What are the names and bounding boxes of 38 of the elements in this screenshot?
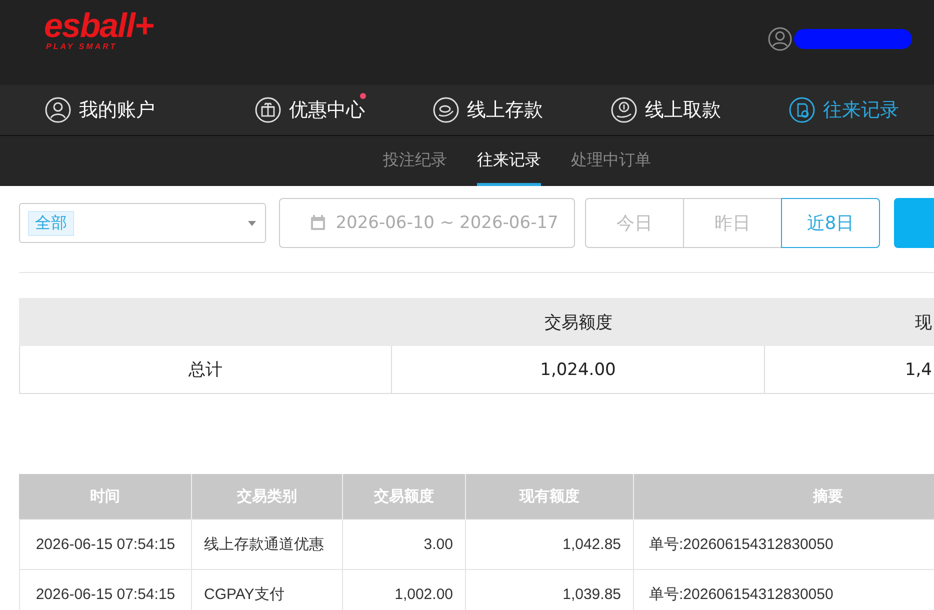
table-cell: 总计 <box>19 346 392 394</box>
tab[interactable]: 投注纪录 <box>383 136 447 186</box>
table-cell: 2026-06-15 07:54:15 <box>19 520 192 569</box>
table-cell-text: 单号:202606154312830050 <box>648 585 834 605</box>
filter-tag: 全部 <box>28 210 74 236</box>
nav-item[interactable]: 优惠中心 <box>210 97 388 123</box>
dollar-coin-icon <box>611 97 637 123</box>
logo[interactable]: esball+ PLAY SMART <box>44 10 154 51</box>
calendar-icon <box>310 215 326 231</box>
gift-icon <box>255 97 281 123</box>
column-header: 现 <box>914 312 933 334</box>
table-cell: 3.00 <box>343 520 466 569</box>
table-cell-text: 单号:202606154312830050 <box>648 535 834 555</box>
nav-item[interactable]: 我的账户 <box>0 97 210 123</box>
date-range-button[interactable]: 近8日 <box>781 198 880 248</box>
tab[interactable]: 往来记录 <box>477 136 541 186</box>
document-icon <box>789 97 815 123</box>
logo-tagline: PLAY SMART <box>46 42 118 51</box>
caret-icon <box>248 220 256 226</box>
table-cell: 1,024.00 <box>392 346 765 394</box>
user-icon[interactable] <box>768 27 792 51</box>
coin-hand-icon <box>433 97 459 123</box>
table-cell: 2026-06-15 07:54:15 <box>19 570 192 610</box>
table-cell: 1,002.00 <box>343 570 466 610</box>
table-cell: 1,042.85 <box>466 520 634 569</box>
nav-item[interactable]: 线上存款 <box>388 97 566 123</box>
logo-wordmark: esball+ <box>44 10 154 42</box>
table-cell: 1,4 <box>765 346 934 394</box>
date-range-field[interactable]: 2026-06-10 ~ 2026-06-17 <box>278 198 575 248</box>
nav-item[interactable]: 线上取款 <box>566 97 744 123</box>
table-cell: 1,039.85 <box>466 570 634 610</box>
type-select[interactable]: 全部 <box>19 203 266 243</box>
tab[interactable]: 处理中订单 <box>571 136 651 186</box>
user-icon <box>45 97 71 123</box>
nav-item[interactable]: 往来记录 <box>744 97 922 123</box>
table-cell: CGPAY支付 <box>192 570 343 610</box>
column-header: 交易额度 <box>544 312 614 334</box>
table-cell: 线上存款通道优惠 <box>192 520 343 569</box>
